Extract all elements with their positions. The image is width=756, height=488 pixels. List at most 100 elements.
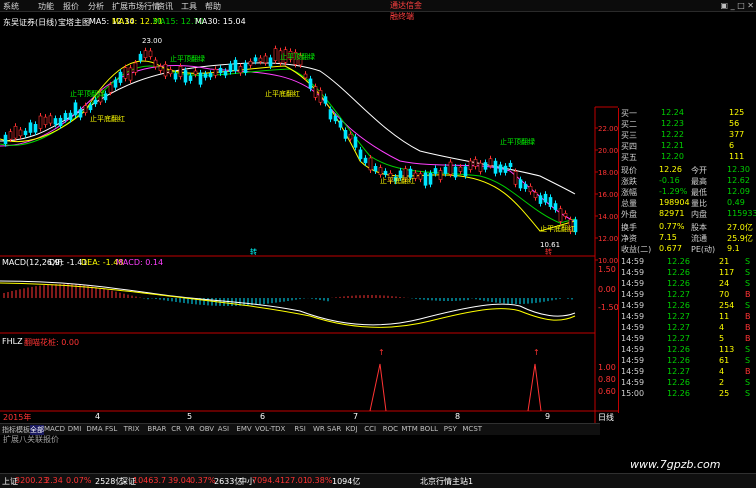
tab-wr[interactable]: WR [313,425,325,433]
tab-rsi[interactable]: RSI [294,425,305,433]
candle-up [8,131,13,140]
stat-row[interactable]: 现价 12.26 今开 12.30 [619,165,756,176]
tick-row[interactable]: 14:59 12.27 70 B [619,290,756,301]
stat-row[interactable]: 换手 0.77% 股本 27.0亿 [619,222,756,233]
tick-direction: B [745,290,751,299]
stat-label: 总量 [621,199,637,208]
tab-dma[interactable]: DMA [86,425,102,433]
bid-price: 12.20 [661,152,684,161]
bid-label: 买五 [621,153,637,162]
candle-up [123,67,128,79]
stat-row[interactable]: 收益(二) 0.677 PE(动) 9.1 [619,244,756,255]
tab-trix[interactable]: TRIX [124,425,140,433]
tab-boll[interactable]: BOLL [420,425,438,433]
tab-fsl[interactable]: FSL [105,425,117,433]
candle-down [503,165,508,173]
candle-down [328,109,333,120]
tab-cr[interactable]: CR [171,425,181,433]
tick-row[interactable]: 14:59 12.26 61 S [619,356,756,367]
candle-up [158,66,163,71]
stat-value: 198904 [659,198,690,207]
candle-down [58,117,63,126]
bid-row[interactable]: 买一 12.24 125 [619,108,756,119]
candle-down [523,183,528,190]
stat-row[interactable]: 涨幅 -1.29% 最低 12.09 [619,187,756,198]
tick-direction: S [745,389,751,398]
tab-brar[interactable]: BRAR [147,425,166,433]
candle-up [438,170,443,180]
bid-volume: 111 [729,152,745,161]
tab-cci[interactable]: CCI [364,425,376,433]
tick-row[interactable]: 15:00 12.26 25 S [619,389,756,400]
bid-row[interactable]: 买二 12.23 56 [619,119,756,130]
tick-row[interactable]: 14:59 12.26 117 S [619,268,756,279]
tab-sar[interactable]: SAR [327,425,341,433]
candle-down [243,62,248,73]
tick-row[interactable]: 14:59 12.26 21 S [619,257,756,268]
tab-related-quote[interactable]: 关联报价 [27,434,59,445]
server-status[interactable]: 北京行情主站1 [420,476,473,487]
fhlz-spike-1 [369,363,387,412]
tick-row[interactable]: 14:59 12.27 5 B [619,334,756,345]
tick-row[interactable]: 14:59 12.26 24 S [619,279,756,290]
tab-emv[interactable]: EMV [236,425,251,433]
stat-row[interactable]: 外盘 82971 内盘 115933 [619,209,756,220]
main-chart[interactable]: 22.0020.0018.0016.0014.0012.0010.00 ↑ ↑ … [0,11,618,423]
bid-row[interactable]: 买三 12.22 377 [619,130,756,141]
price-tick-label: 10.00 [598,257,618,265]
ma5-line [0,60,576,232]
stat-value: 0.77% [659,222,685,231]
tick-row[interactable]: 14:59 12.26 254 S [619,301,756,312]
tick-row[interactable]: 14:59 12.27 4 B [619,367,756,378]
tab-psy[interactable]: PSY [444,425,457,433]
stat-label: 今开 [691,166,707,175]
stat-row[interactable]: 总量 198904 量比 0.49 [619,198,756,209]
high-annotation: 23.00 [142,37,162,45]
tab-roc[interactable]: ROC [383,425,398,433]
stat-value: -1.29% [659,187,688,196]
candle-up [163,63,168,77]
stat-label: 涨幅 [621,188,637,197]
candle-up [378,167,383,175]
candle-down [518,179,523,189]
price-tick-label: 16.00 [598,191,618,199]
candle-up [473,159,478,167]
tab-dmi[interactable]: DMI [68,425,82,433]
candle-up [348,133,353,140]
tick-direction: B [745,312,751,321]
tab-vol-tdx[interactable]: VOL-TDX [255,425,285,433]
candle-down [173,73,178,80]
stat-value: 82971 [659,209,685,218]
tab-mcst[interactable]: MCST [462,425,482,433]
tab-asi[interactable]: ASI [218,425,229,433]
tick-row[interactable]: 14:59 12.26 113 S [619,345,756,356]
bid-row[interactable]: 买四 12.21 6 [619,141,756,152]
candle-down [203,73,208,78]
tab-macd[interactable]: MACD [44,425,65,433]
window-controls[interactable]: ▣ _ □ ✕ [721,1,754,10]
stat-row[interactable]: 涨跌 -0.16 最高 12.62 [619,176,756,187]
stat-row[interactable]: 净资 7.15 流通 25.9亿 [619,233,756,244]
tick-row[interactable]: 14:59 12.27 11 B [619,312,756,323]
candle-down [323,96,328,104]
tick-price: 12.27 [667,323,690,332]
tab-mtm[interactable]: MTM [401,425,417,433]
tick-row[interactable]: 14:59 12.27 4 B [619,323,756,334]
tick-price: 12.26 [667,301,690,310]
tick-volume: 4 [719,367,725,376]
period-label[interactable]: 日线 [598,412,614,423]
year-label: 2015年 [3,413,32,422]
bid-row[interactable]: 买五 12.20 111 [619,152,756,163]
tab-ext8[interactable]: 扩展八 [3,434,27,445]
bid-label: 买二 [621,120,637,129]
tab-vr[interactable]: VR [185,425,195,433]
candle-down [138,53,143,61]
ma30-line [0,62,576,195]
tick-volume: 5 [719,334,725,343]
candle-down [78,109,83,118]
quote-panel: 买一 12.24 125 买二 12.23 56 买三 12.22 377 买四 12.21 6 买五 1… [618,108,756,413]
tick-row[interactable]: 14:59 12.26 2 S [619,378,756,389]
tab-kdj[interactable]: KDJ [346,425,358,433]
tab-obv[interactable]: OBV [199,425,214,433]
tick-direction: B [745,334,751,343]
